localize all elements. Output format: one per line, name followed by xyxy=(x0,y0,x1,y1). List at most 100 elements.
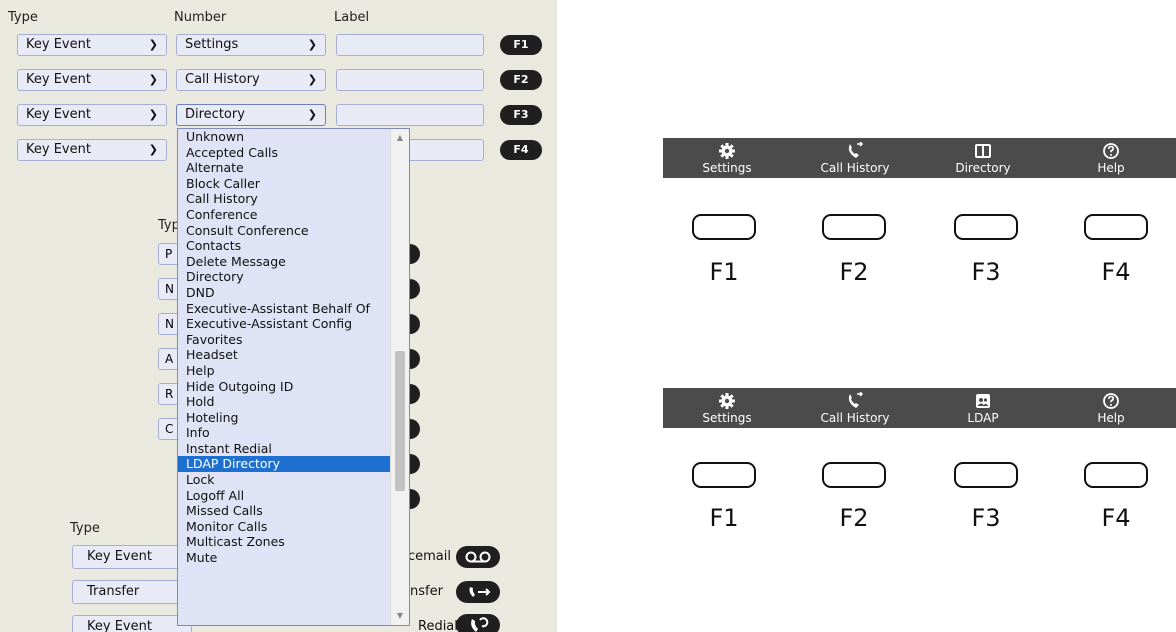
dropdown-option[interactable]: Executive-Assistant Config xyxy=(178,316,409,332)
softkey-settings[interactable]: Settings xyxy=(663,138,791,178)
number-header: Number xyxy=(174,10,227,25)
dropdown-option[interactable]: Hoteling xyxy=(178,410,409,426)
label-header: Label xyxy=(334,10,370,25)
redial-icon xyxy=(456,614,500,632)
chevron-down-icon: ❯ xyxy=(148,143,158,156)
type-select-f4[interactable]: Key Event ❯ xyxy=(17,139,167,161)
type-select-f3[interactable]: Key Event ❯ xyxy=(17,104,167,126)
type-select-f2[interactable]: Key Event ❯ xyxy=(17,69,167,91)
dropdown-option[interactable]: Executive-Assistant Behalf Of xyxy=(178,301,409,317)
softkey-ldap[interactable]: LDAP xyxy=(919,388,1047,428)
softkey-call-history[interactable]: Call History xyxy=(791,388,919,428)
f1-label: F1 xyxy=(709,504,739,532)
voicemail-icon xyxy=(456,546,500,568)
number-value: Settings xyxy=(185,37,239,52)
number-select-f2[interactable]: Call History ❯ xyxy=(176,69,326,91)
dropdown-scrollbar[interactable]: ▲ ▼ xyxy=(390,129,409,625)
dropdown-option[interactable]: Call History xyxy=(178,191,409,207)
f2-physical-button[interactable] xyxy=(822,214,886,240)
chevron-down-icon: ❯ xyxy=(148,38,158,51)
number-select-f3[interactable]: Directory ❯ xyxy=(176,104,326,126)
f3-key-badge: F3 xyxy=(500,105,542,125)
bottom-type-header: Type xyxy=(70,521,100,536)
number-value: Call History xyxy=(185,72,260,87)
label-input-f2[interactable] xyxy=(336,69,484,91)
dropdown-option[interactable]: Conference xyxy=(178,207,409,223)
softkey-help[interactable]: Help xyxy=(1047,138,1175,178)
dropdown-option[interactable]: Multicast Zones xyxy=(178,534,409,550)
dropdown-option[interactable]: Consult Conference xyxy=(178,223,409,239)
dropdown-option[interactable]: DND xyxy=(178,285,409,301)
softkey-help[interactable]: Help xyxy=(1047,388,1175,428)
dropdown-option[interactable]: Accepted Calls xyxy=(178,145,409,161)
f4-physical-button[interactable] xyxy=(1084,462,1148,488)
partial-letter: N xyxy=(165,282,174,296)
type-value: Transfer xyxy=(87,584,140,599)
dropdown-option[interactable]: Missed Calls xyxy=(178,503,409,519)
number-select-f1[interactable]: Settings ❯ xyxy=(176,34,326,56)
softkey-label: Help xyxy=(1097,161,1125,175)
softkey-directory[interactable]: Directory xyxy=(919,138,1047,178)
dropdown-option[interactable]: Logoff All xyxy=(178,488,409,504)
softkey-label: Settings xyxy=(702,411,752,425)
dropdown-option[interactable]: Lock xyxy=(178,472,409,488)
f2-physical-button[interactable] xyxy=(822,462,886,488)
f1-physical-button[interactable] xyxy=(692,462,756,488)
f4-label: F4 xyxy=(1101,258,1131,286)
f3-physical-button[interactable] xyxy=(954,214,1018,240)
softkey-bar-preview-2: Settings Call History LDAP Help xyxy=(663,388,1176,428)
number-value: Directory xyxy=(185,107,245,122)
bottom-type-select[interactable]: Key Event xyxy=(72,545,192,569)
f3-physical-button[interactable] xyxy=(954,462,1018,488)
dropdown-option[interactable]: Favorites xyxy=(178,332,409,348)
voicemail-label: cemail xyxy=(408,549,451,564)
chevron-down-icon: ❯ xyxy=(148,108,158,121)
scroll-thumb[interactable] xyxy=(395,351,405,491)
type-value: Key Event xyxy=(26,72,91,87)
dropdown-option[interactable]: Monitor Calls xyxy=(178,519,409,535)
partial-letter: C xyxy=(165,422,174,436)
dropdown-option[interactable]: Alternate xyxy=(178,160,409,176)
label-input-f3[interactable] xyxy=(336,104,484,126)
softkey-settings[interactable]: Settings xyxy=(663,388,791,428)
dropdown-option[interactable]: Instant Redial xyxy=(178,441,409,457)
number-dropdown-list[interactable]: Unknown Accepted Calls Alternate Block Call… xyxy=(177,128,410,626)
call-history-icon xyxy=(848,392,864,408)
help-icon xyxy=(1103,143,1119,159)
softkey-label: LDAP xyxy=(967,411,999,425)
softkey-bar-preview-1: Settings Call History Directory Help xyxy=(663,138,1176,178)
dropdown-option[interactable]: LDAP Directory xyxy=(178,456,409,473)
dropdown-option[interactable]: Block Caller xyxy=(178,176,409,192)
type-value: Key Event xyxy=(87,549,152,564)
f4-physical-button[interactable] xyxy=(1084,214,1148,240)
bottom-type-select[interactable]: Key Event xyxy=(72,615,192,632)
redial-label: Redial xyxy=(418,619,458,632)
chevron-down-icon: ❯ xyxy=(307,108,317,121)
partial-letter: N xyxy=(165,317,174,331)
softkey-label: Settings xyxy=(702,161,752,175)
type-select-f1[interactable]: Key Event ❯ xyxy=(17,34,167,56)
type-value: Key Event xyxy=(26,37,91,52)
scroll-up-icon[interactable]: ▲ xyxy=(395,133,405,142)
key-config-panel: Type Number Label Key Event ❯ Settings ❯ F… xyxy=(0,0,557,632)
dropdown-option[interactable]: Hold xyxy=(178,394,409,410)
dropdown-option[interactable]: Mute xyxy=(178,550,409,566)
bottom-type-select[interactable]: Transfer xyxy=(72,580,192,604)
f1-physical-button[interactable] xyxy=(692,214,756,240)
type-value: Key Event xyxy=(26,142,91,157)
dropdown-option[interactable]: Headset xyxy=(178,347,409,363)
softkey-label: Directory xyxy=(955,161,1011,175)
dropdown-option[interactable]: Contacts xyxy=(178,238,409,254)
dropdown-option[interactable]: Directory xyxy=(178,269,409,285)
f1-key-badge: F1 xyxy=(500,35,542,55)
dropdown-option[interactable]: Delete Message xyxy=(178,254,409,270)
dropdown-option[interactable]: Info xyxy=(178,425,409,441)
ldap-icon xyxy=(976,394,990,408)
partial-letter: R xyxy=(165,387,174,401)
label-input-f1[interactable] xyxy=(336,34,484,56)
dropdown-option[interactable]: Help xyxy=(178,363,409,379)
scroll-down-icon[interactable]: ▼ xyxy=(395,611,405,620)
dropdown-option[interactable]: Unknown xyxy=(178,129,409,145)
dropdown-option[interactable]: Hide Outgoing ID xyxy=(178,379,409,395)
softkey-call-history[interactable]: Call History xyxy=(791,138,919,178)
